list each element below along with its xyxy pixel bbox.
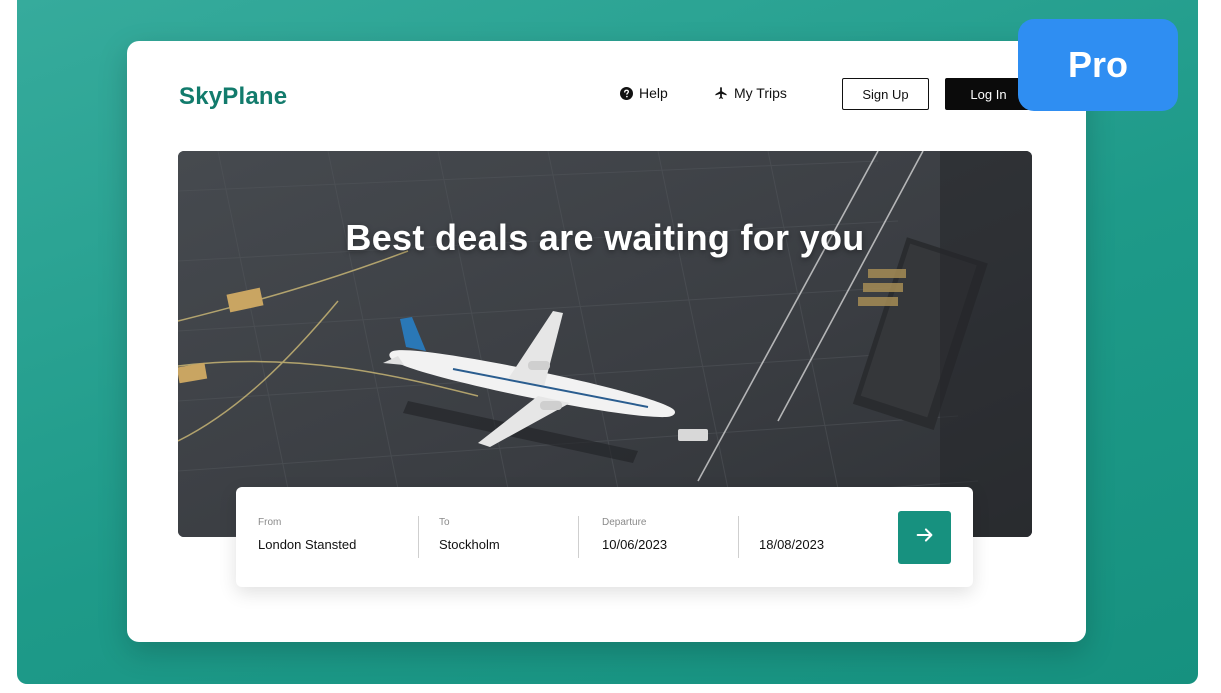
from-field[interactable]: From London Stansted (258, 517, 356, 552)
sign-up-button[interactable]: Sign Up (842, 78, 929, 110)
hero-headline: Best deals are waiting for you (345, 217, 865, 258)
app-window: SkyPlane Help My Trips Sign Up Log In Be… (127, 41, 1086, 642)
pro-badge: Pro (1018, 19, 1178, 111)
nav-my-trips-label: My Trips (734, 85, 787, 101)
hero-banner: Best deals are waiting for you (178, 151, 1032, 537)
departure-value: 10/06/2023 (602, 537, 668, 552)
nav-help-label: Help (639, 85, 668, 101)
airplane-icon (714, 86, 728, 100)
departure-field[interactable]: Departure 10/06/2023 (602, 517, 667, 552)
departure-label: Departure (602, 517, 647, 528)
flight-search-bar: From London Stansted To Stockholm Depart… (236, 487, 973, 587)
question-circle-icon (620, 86, 633, 100)
brand-logo[interactable]: SkyPlane (179, 83, 287, 111)
field-divider (418, 516, 419, 558)
nav-my-trips-link[interactable]: My Trips (714, 85, 787, 101)
from-value: London Stansted (258, 537, 357, 552)
field-divider (738, 516, 739, 558)
airport-apron-image (178, 151, 1032, 537)
to-label: To (439, 517, 450, 528)
from-label: From (258, 517, 282, 528)
arrow-right-icon (914, 524, 936, 551)
return-value: 18/08/2023 (759, 537, 825, 552)
field-divider (578, 516, 579, 558)
search-submit-button[interactable] (898, 511, 951, 564)
return-label (759, 517, 824, 531)
nav-help-link[interactable]: Help (620, 85, 668, 101)
to-field[interactable]: To Stockholm (439, 517, 500, 552)
return-field[interactable]: 18/08/2023 (759, 517, 824, 552)
to-value: Stockholm (439, 537, 500, 552)
